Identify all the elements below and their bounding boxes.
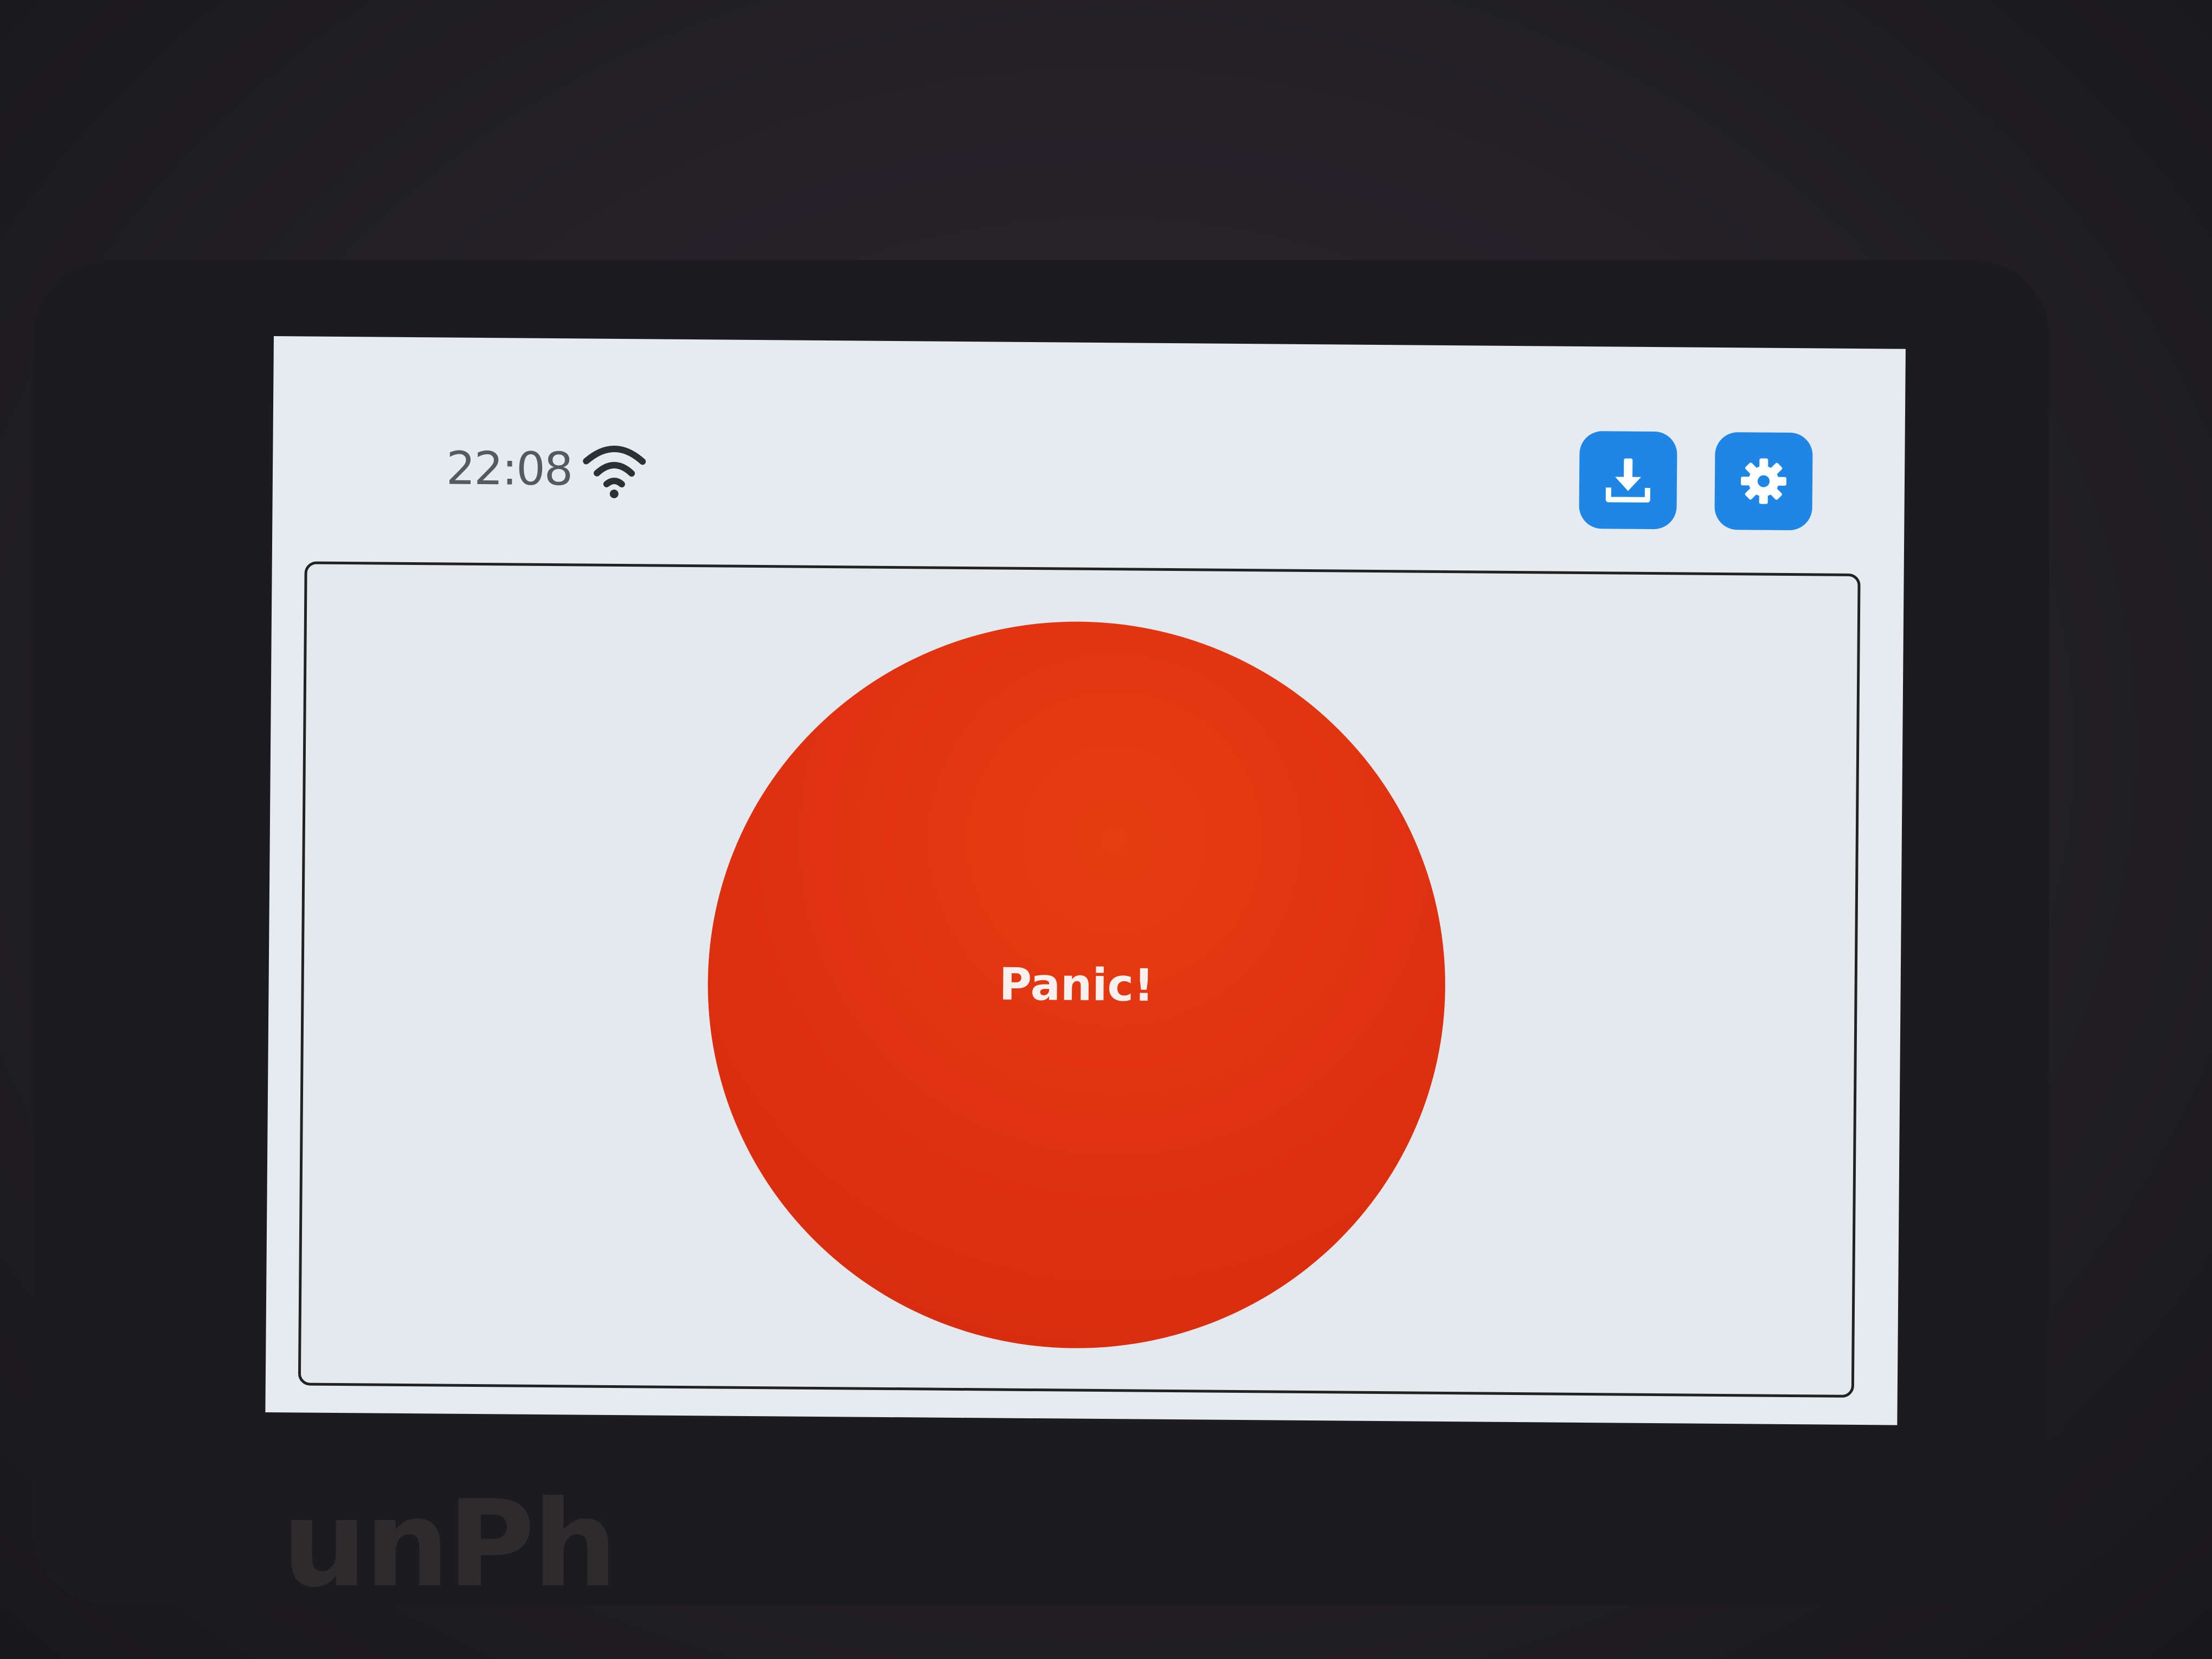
gear-icon (1740, 458, 1787, 504)
device-screen: 22:08 Panic! (265, 336, 1906, 1425)
wifi-icon (582, 439, 647, 499)
panic-button[interactable]: Panic! (705, 619, 1448, 1351)
main-panel: Panic! (298, 561, 1861, 1398)
install-button[interactable] (1579, 430, 1677, 530)
panic-button-label: Panic! (999, 959, 1154, 1012)
status-bar: 22:08 (294, 412, 1883, 560)
photo-background: unPh 22:08 Panic! (0, 0, 2212, 1659)
settings-button[interactable] (1714, 432, 1813, 531)
status-time: 22:08 (446, 441, 573, 496)
device-brand-label: unPh (282, 1475, 618, 1613)
download-icon (1605, 458, 1650, 503)
